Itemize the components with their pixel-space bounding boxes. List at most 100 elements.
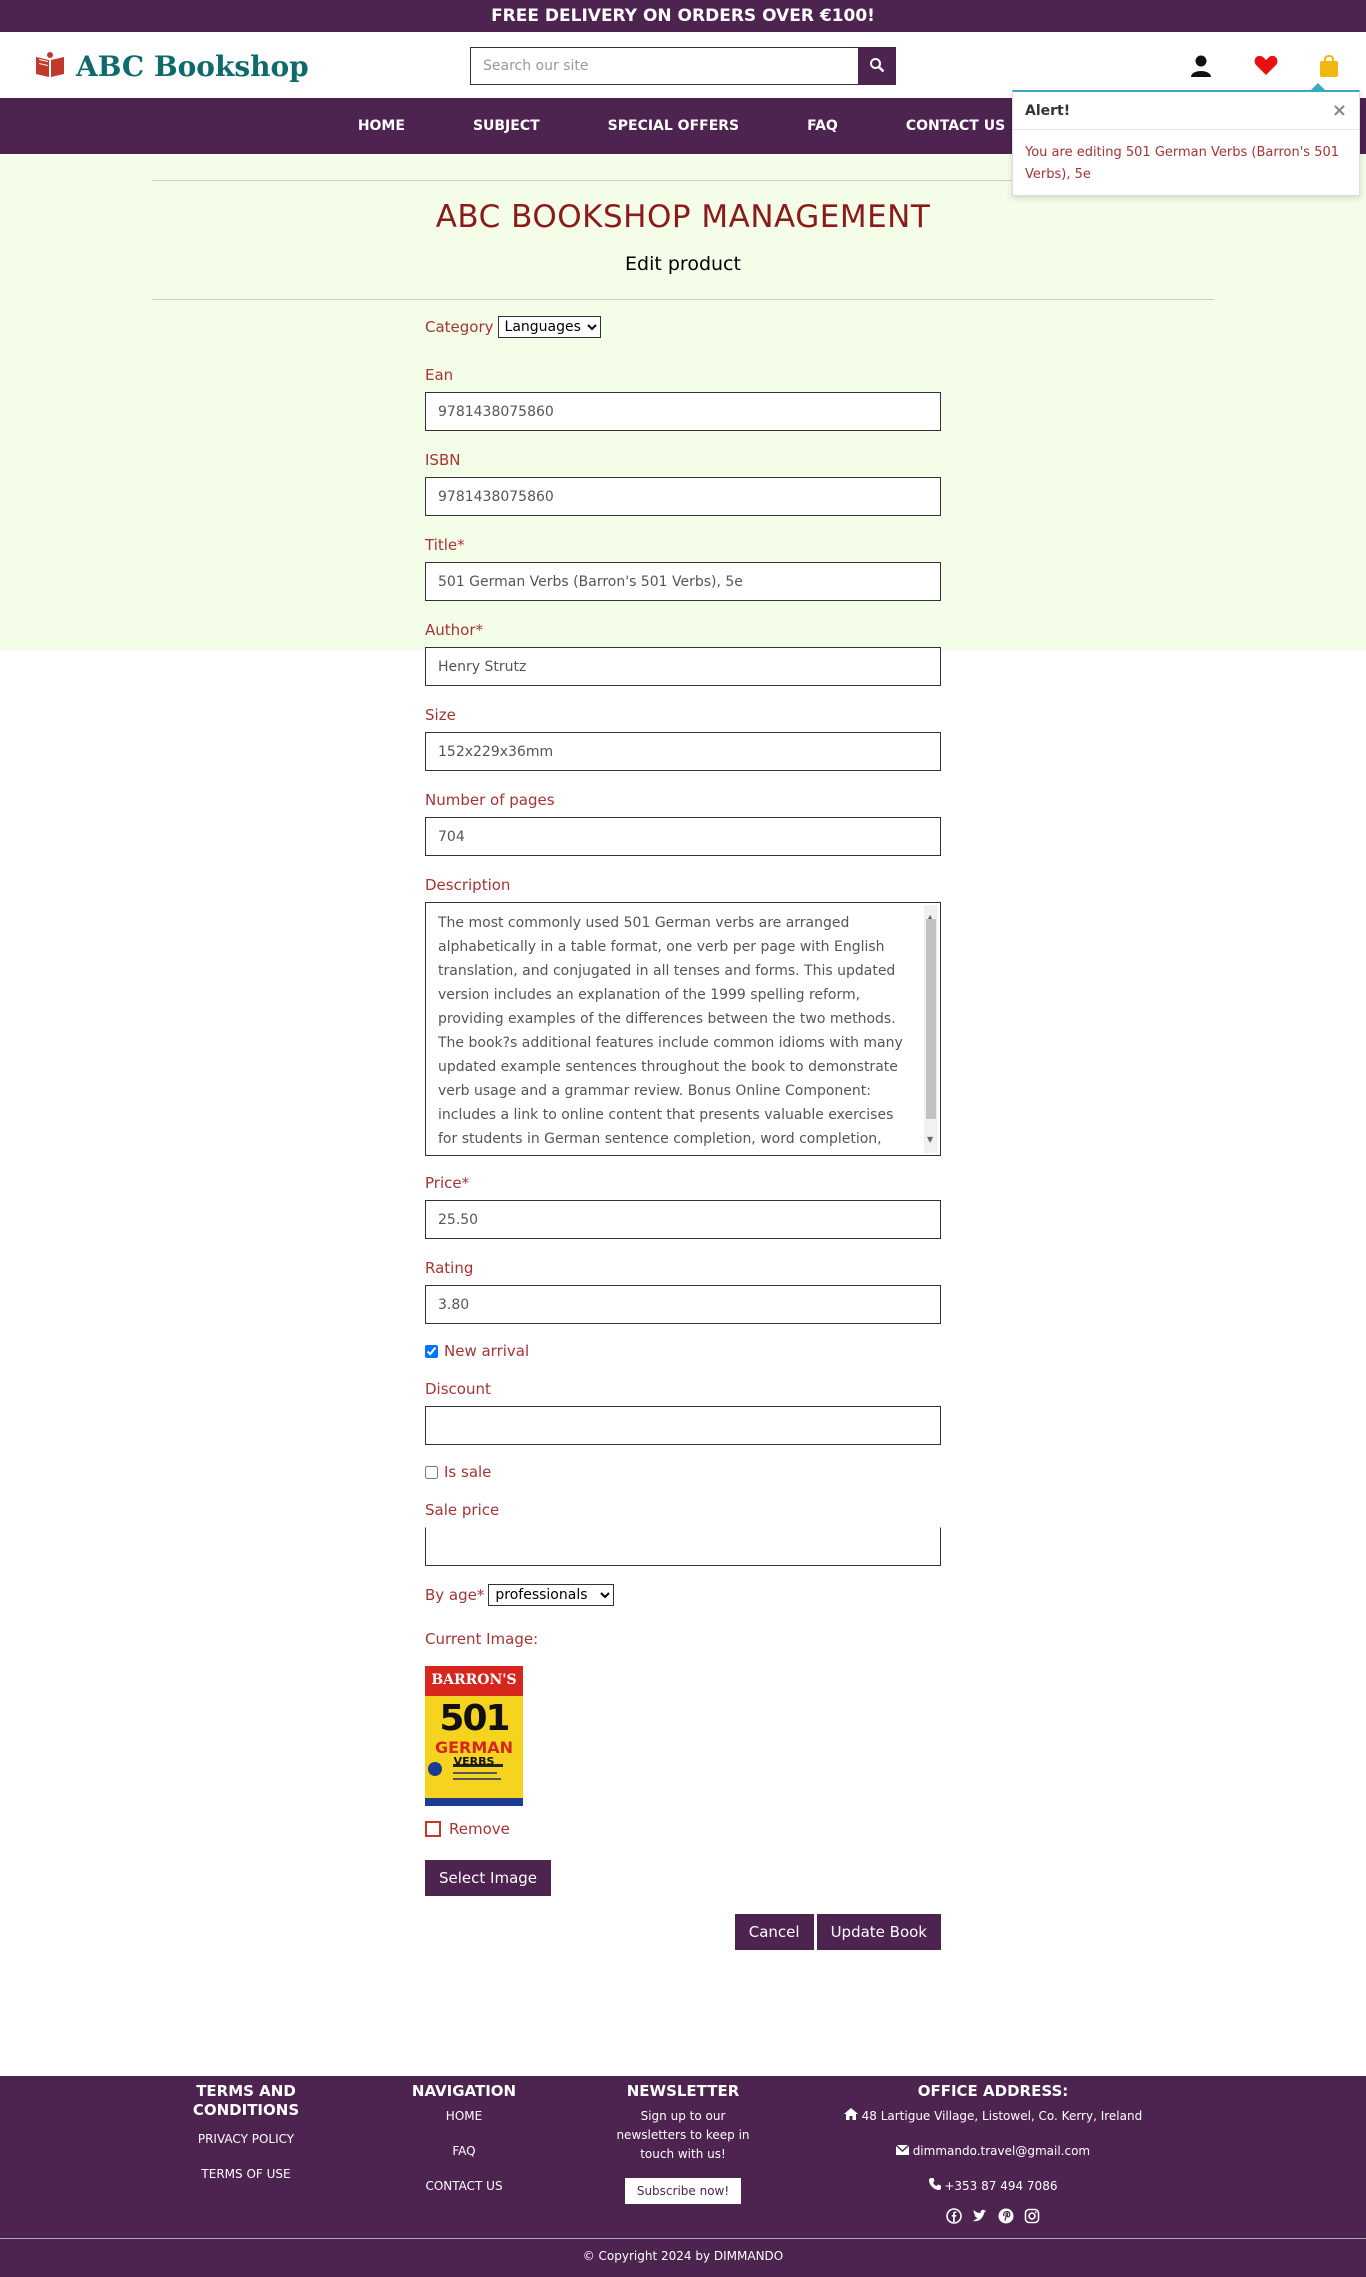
pages-label: Number of pages xyxy=(425,791,555,809)
alert-header: Alert! × xyxy=(1013,92,1359,130)
alert-title: Alert! xyxy=(1025,102,1071,119)
footer-privacy-link[interactable]: PRIVACY POLICY xyxy=(186,2130,306,2149)
remove-row: Remove xyxy=(425,1820,941,1838)
footer-terms: TERMS AND CONDITIONS PRIVACY POLICY TERM… xyxy=(186,2082,306,2184)
cover-line2: VERBS xyxy=(453,1755,495,1768)
cancel-button[interactable]: Cancel xyxy=(734,1914,814,1950)
footer-nav-contact[interactable]: CONTACT US xyxy=(404,2177,524,2196)
nav-subject[interactable]: SUBJECT xyxy=(439,118,574,134)
phone-icon xyxy=(928,2178,941,2193)
pages-field[interactable]: 704 xyxy=(425,817,941,856)
size-field[interactable]: 152x229x36mm xyxy=(425,732,941,771)
nav-home[interactable]: HOME xyxy=(324,118,439,134)
description-label: Description xyxy=(425,876,511,894)
alert-toast: Alert! × You are editing 501 German Verb… xyxy=(1012,83,1360,196)
author-label: Author* xyxy=(425,621,484,639)
delivery-banner-text: FREE DELIVERY ON ORDERS OVER €100! xyxy=(491,6,875,26)
footer-address-row: 48 Lartigue Village, Listowel, Co. Kerry… xyxy=(830,2107,1156,2126)
footer-email-row: dimmando.travel@gmail.com xyxy=(830,2142,1156,2161)
new-arrival-checkbox[interactable] xyxy=(425,1344,438,1358)
facebook-icon[interactable] xyxy=(946,2208,962,2228)
footer-newsletter-title: NEWSLETTER xyxy=(626,2082,740,2100)
select-image-button[interactable]: Select Image xyxy=(425,1860,552,1896)
form-actions: Cancel Update Book xyxy=(425,1914,941,1950)
footer-office-title: OFFICE ADDRESS: xyxy=(917,2082,1069,2100)
footer-phone-row: +353 87 494 7086 xyxy=(830,2177,1156,2196)
nav-faq[interactable]: FAQ xyxy=(773,118,872,134)
user-icon[interactable] xyxy=(1190,54,1214,78)
remove-label: Remove xyxy=(449,1820,510,1838)
footer-terms-title: TERMS AND CONDITIONS xyxy=(192,2082,300,2119)
instagram-icon[interactable] xyxy=(1024,2208,1040,2228)
new-arrival-label: New arrival xyxy=(444,1342,530,1360)
footer-nav-home[interactable]: HOME xyxy=(404,2107,524,2126)
category-row: Category Languages xyxy=(425,316,941,338)
footer-phone: +353 87 494 7086 xyxy=(944,2179,1058,2193)
by-age-select[interactable]: professionals xyxy=(488,1584,615,1606)
title-field[interactable]: 501 German Verbs (Barron's 501 Verbs), 5… xyxy=(425,562,941,601)
footer-terms-link[interactable]: TERMS OF USE xyxy=(186,2165,306,2184)
home-icon xyxy=(843,2108,858,2123)
discount-label: Discount xyxy=(425,1380,491,1398)
search-icon xyxy=(869,57,885,76)
scroll-down-arrow[interactable]: ▼ xyxy=(927,1128,933,1152)
select-image-row: Select Image xyxy=(425,1860,941,1896)
search-bar xyxy=(470,47,896,85)
title-label: Title* xyxy=(425,536,465,554)
is-sale-checkbox[interactable] xyxy=(425,1465,438,1479)
author-field[interactable]: Henry Strutz xyxy=(425,647,941,686)
discount-field[interactable] xyxy=(425,1406,941,1445)
footer-address: 48 Lartigue Village, Listowel, Co. Kerry… xyxy=(861,2109,1143,2123)
footer-office: OFFICE ADDRESS: 48 Lartigue Village, Lis… xyxy=(830,2082,1156,2228)
category-select[interactable]: Languages xyxy=(497,316,601,338)
search-input[interactable] xyxy=(470,47,858,85)
edit-product-form: Category Languages Ean 9781438075860 ISB… xyxy=(425,300,941,1950)
rating-label: Rating xyxy=(425,1259,474,1277)
social-icons xyxy=(830,2208,1156,2228)
sale-price-label: Sale price xyxy=(425,1501,500,1519)
isbn-field[interactable]: 9781438075860 xyxy=(425,477,941,516)
price-label: Price* xyxy=(425,1174,470,1192)
new-arrival-row: New arrival xyxy=(425,1342,941,1360)
description-textarea[interactable]: The most commonly used 501 German verbs … xyxy=(425,902,941,1156)
category-label: Category xyxy=(425,318,494,336)
delivery-banner: FREE DELIVERY ON ORDERS OVER €100! xyxy=(0,0,1366,32)
footer-newsletter-text: Sign up to our newsletters to keep in to… xyxy=(616,2109,750,2161)
price-field[interactable]: 25.50 xyxy=(425,1200,941,1239)
rating-field[interactable]: 3.80 xyxy=(425,1285,941,1324)
footer-navigation: NAVIGATION HOME FAQ CONTACT US xyxy=(404,2082,524,2196)
description-scrollbar[interactable]: ▲ ▼ xyxy=(924,905,938,1153)
page-subtitle: Edit product xyxy=(625,253,741,275)
is-sale-label: Is sale xyxy=(444,1463,492,1481)
logo[interactable]: ABC Bookshop xyxy=(34,50,309,83)
pinterest-icon[interactable] xyxy=(998,2208,1014,2228)
by-age-row: By age* professionals xyxy=(425,1584,941,1606)
footer-nav-faq[interactable]: FAQ xyxy=(404,2142,524,2161)
book-cover-image: BARRON'S 501 GERMAN VERBS xyxy=(425,1666,523,1806)
update-book-button[interactable]: Update Book xyxy=(816,1914,941,1950)
search-button[interactable] xyxy=(858,47,896,85)
sale-price-field[interactable] xyxy=(425,1527,941,1566)
scroll-thumb[interactable] xyxy=(926,919,936,1119)
heart-icon[interactable] xyxy=(1254,54,1278,78)
twitter-icon[interactable] xyxy=(972,2208,988,2228)
size-label: Size xyxy=(425,706,456,724)
cover-publisher: BARRON'S xyxy=(431,1672,517,1688)
close-icon[interactable]: × xyxy=(1332,100,1347,121)
management-heading: ABC BOOKSHOP MANAGEMENT Edit product xyxy=(152,180,1214,300)
logo-book-icon xyxy=(34,51,66,83)
ean-field[interactable]: 9781438075860 xyxy=(425,392,941,431)
footer-email[interactable]: dimmando.travel@gmail.com xyxy=(913,2144,1090,2158)
ean-label: Ean xyxy=(425,366,454,384)
footer-navigation-title: NAVIGATION xyxy=(411,2082,517,2100)
logo-name: ABC Bookshop xyxy=(76,50,309,83)
alert-caret xyxy=(1311,83,1325,90)
site-footer: TERMS AND CONDITIONS PRIVACY POLICY TERM… xyxy=(0,2076,1366,2277)
envelope-icon xyxy=(895,2144,910,2158)
by-age-label: By age* xyxy=(425,1586,485,1604)
subscribe-button[interactable]: Subscribe now! xyxy=(624,2178,742,2204)
current-image-label: Current Image: xyxy=(425,1630,539,1648)
nav-special-offers[interactable]: SPECIAL OFFERS xyxy=(574,118,773,134)
bag-icon[interactable] xyxy=(1318,54,1342,78)
remove-checkbox[interactable] xyxy=(425,1821,441,1837)
